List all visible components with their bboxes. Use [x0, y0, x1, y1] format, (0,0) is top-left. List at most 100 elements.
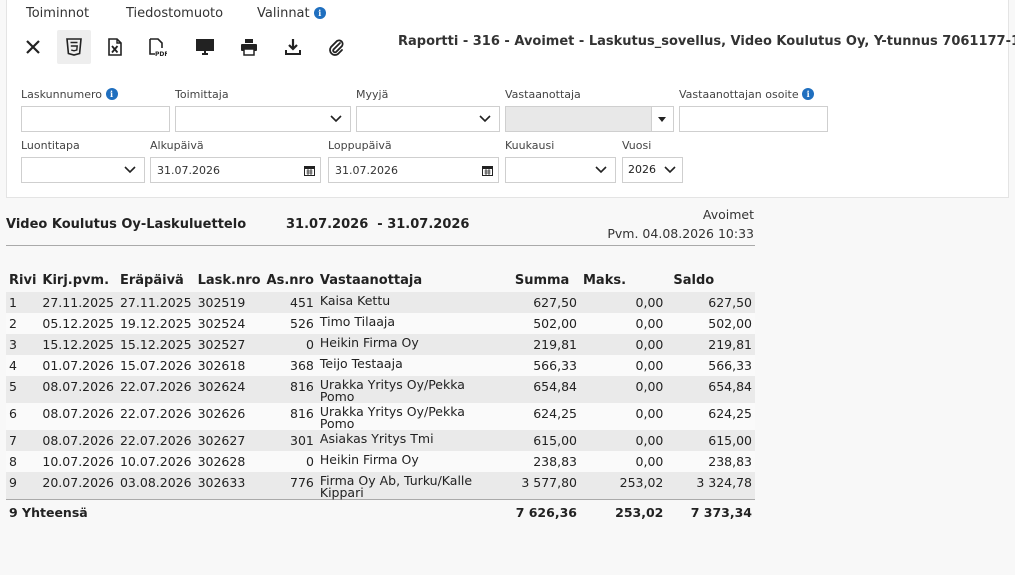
table-row: 7 08.07.2026 22.07.2026 302627 301 Asiakas Yr…: [6, 430, 755, 451]
cell-erapaiva: 27.11.2025: [119, 295, 192, 310]
cell-kirj-pvm: 20.07.2026: [42, 475, 114, 490]
cell-maks: 0,00: [635, 316, 664, 331]
excel-button[interactable]: [98, 30, 132, 64]
luontitapa-select[interactable]: [21, 157, 145, 183]
loppupaiva-calendar-button[interactable]: [477, 157, 499, 183]
info-icon[interactable]: i: [313, 7, 326, 19]
kuukausi-select[interactable]: [505, 157, 616, 183]
laskunnumero-info-icon[interactable]: i: [105, 88, 118, 100]
calendar-icon: [482, 165, 493, 176]
report-title-text: Raportti - 316 - Avoimet - Laskutus_sove…: [398, 34, 1015, 49]
report-heading: Video Koulutus Oy-Laskuluettelo: [6, 217, 247, 232]
table-row: 9 20.07.2026 03.08.2026 302633 776 Firma Oy A…: [6, 472, 755, 500]
cell-summa: 627,50: [533, 295, 577, 310]
total-saldo: 7 373,34: [666, 499, 755, 525]
total-label: 9 Yhteensä: [6, 499, 497, 525]
cell-kirj-pvm: 27.11.2025: [42, 295, 114, 310]
cell-maks: 0,00: [635, 358, 664, 373]
cell-erapaiva: 10.07.2026: [119, 454, 192, 469]
myyja-select[interactable]: [356, 106, 500, 132]
vuosi-select[interactable]: 2026: [622, 157, 683, 183]
col-header: Maks.: [582, 272, 627, 288]
preview-button[interactable]: [188, 30, 222, 64]
report-period: 31.07.2026 - 31.07.2026: [286, 217, 470, 232]
divider: [6, 245, 755, 246]
chevron-down-icon: [479, 115, 491, 123]
alkupaiva-calendar-button[interactable]: [299, 157, 321, 183]
vastaanottajan-osoite-label: Vastaanottajan osoite i: [679, 88, 815, 101]
menu-valinnat-label: Valinnat: [257, 6, 310, 21]
pdf-button[interactable]: PDF: [140, 30, 174, 64]
vastaanottajan-osoite-info-icon[interactable]: i: [802, 88, 815, 100]
table-row: 8 10.07.2026 10.07.2026 302628 0 Heikin Firma…: [6, 451, 755, 472]
col-header: Rivi: [9, 272, 37, 288]
cell-saldo: 3 324,78: [696, 475, 752, 490]
print-icon: [241, 39, 257, 56]
total-maks: 253,02: [579, 499, 667, 525]
toimittaja-select[interactable]: [175, 106, 351, 132]
cell-as-nro: 301: [290, 433, 314, 448]
chevron-down-icon: [330, 115, 342, 123]
attachment-icon: [329, 39, 344, 56]
vastaanottajan-osoite-input[interactable]: [679, 106, 828, 132]
cell-row-number: 3: [9, 337, 17, 352]
col-header: Eräpäivä: [119, 272, 184, 288]
cell-lask-nro: 302519: [197, 295, 246, 310]
download-icon: [285, 39, 301, 55]
excel-icon: [108, 38, 122, 56]
vastaanottaja-select[interactable]: [505, 106, 674, 132]
cell-kirj-pvm: 01.07.2026: [42, 358, 114, 373]
cell-lask-nro: 302524: [197, 316, 246, 331]
cell-kirj-pvm: 08.07.2026: [42, 406, 114, 421]
cell-summa: 502,00: [533, 316, 577, 331]
cell-saldo: 566,33: [708, 358, 752, 373]
cell-lask-nro: 302627: [197, 433, 246, 448]
table-total-row: 9 Yhteensä 7 626,36 253,02 7 373,34: [6, 499, 755, 525]
cell-lask-nro: 302618: [197, 358, 246, 373]
print-button[interactable]: [232, 30, 266, 64]
cell-erapaiva: 19.12.2025: [119, 316, 192, 331]
cell-maks: 0,00: [635, 406, 664, 421]
laskunnumero-input[interactable]: [21, 106, 170, 132]
table-row: 4 01.07.2026 15.07.2026 302618 368 Teijo Test…: [6, 355, 755, 376]
loppupaiva-input[interactable]: [328, 157, 478, 183]
cell-maks: 0,00: [635, 295, 664, 310]
cell-vastaanottaja: Firma Oy Ab, Turku/Kalle Kippari: [319, 473, 473, 500]
download-button[interactable]: [276, 30, 310, 64]
menu-toiminnot[interactable]: Toiminnot: [26, 6, 89, 21]
close-icon: [26, 40, 40, 54]
cell-as-nro: 816: [290, 379, 314, 394]
html5-button[interactable]: [57, 30, 91, 64]
laskunnumero-label: Laskunnumero i: [21, 88, 118, 101]
cell-maks: 0,00: [635, 433, 664, 448]
cell-row-number: 8: [9, 454, 17, 469]
menu-valinnat[interactable]: Valinnat i: [257, 6, 326, 21]
table-row: 2 05.12.2025 19.12.2025 302524 526 Timo Tilaa…: [6, 313, 755, 334]
cell-summa: 566,33: [533, 358, 577, 373]
loppupaiva-label: Loppupäivä: [328, 139, 392, 152]
cell-saldo: 624,25: [708, 406, 752, 421]
cell-erapaiva: 22.07.2026: [119, 379, 192, 394]
cell-row-number: 1: [9, 295, 17, 310]
cell-lask-nro: 302628: [197, 454, 246, 469]
close-button[interactable]: [16, 30, 50, 64]
cell-saldo: 654,84: [708, 379, 752, 394]
cell-vastaanottaja: Kaisa Kettu: [319, 293, 391, 308]
kuukausi-label: Kuukausi: [505, 139, 555, 152]
menu-tiedostomuoto[interactable]: Tiedostomuoto: [126, 6, 223, 21]
report-title: Raportti - 316 - Avoimet - Laskutus_sove…: [398, 34, 1015, 49]
col-header: Saldo: [673, 272, 715, 288]
svg-text:PDF: PDF: [155, 51, 167, 57]
chevron-down-icon: [664, 166, 676, 174]
report-date: Pvm. 04.08.2026 10:33: [607, 226, 754, 241]
alkupaiva-input[interactable]: [150, 157, 300, 183]
cell-as-nro: 526: [290, 316, 314, 331]
pdf-icon: PDF: [149, 38, 167, 57]
cell-maks: 0,00: [635, 379, 664, 394]
col-header: As.nro: [266, 272, 314, 288]
cell-lask-nro: 302626: [197, 406, 246, 421]
cell-maks: 253,02: [619, 475, 664, 490]
attachment-button[interactable]: [319, 30, 353, 64]
invoice-table: Rivi Kirj.pvm. Eräpäivä Lask.nro As.nro …: [6, 268, 755, 525]
cell-kirj-pvm: 08.07.2026: [42, 379, 114, 394]
